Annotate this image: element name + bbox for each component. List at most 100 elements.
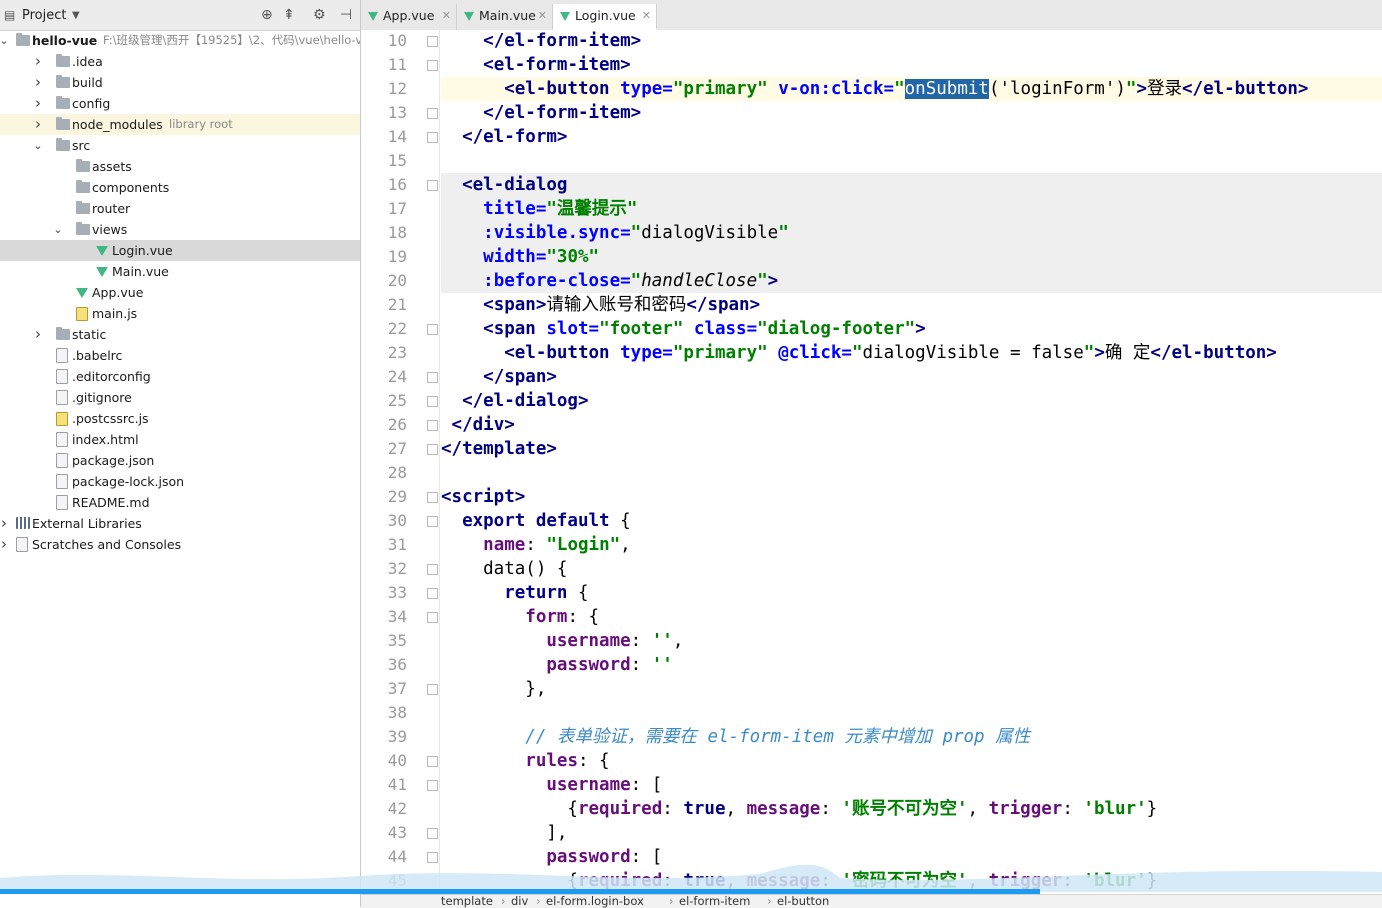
locate-icon[interactable]: ⊕	[261, 7, 273, 23]
tree-item[interactable]: Login.vue	[0, 240, 360, 261]
fold-marker-icon[interactable]	[427, 324, 438, 335]
tree-item[interactable]: package-lock.json	[0, 471, 360, 492]
close-icon[interactable]: ✕	[538, 4, 547, 28]
code-line[interactable]: username: [	[441, 773, 1382, 797]
fold-marker-icon[interactable]	[427, 756, 438, 767]
chevron-right-icon[interactable]: ›	[32, 114, 44, 135]
code-line[interactable]	[441, 149, 1382, 173]
code-line[interactable]	[441, 701, 1382, 725]
fold-marker-icon[interactable]	[427, 684, 438, 695]
close-icon[interactable]: ✕	[442, 4, 451, 28]
code-line[interactable]: <script>	[441, 485, 1382, 509]
hide-panel-icon[interactable]: ⊣	[340, 7, 352, 23]
breadcrumb-item[interactable]: div	[511, 895, 528, 908]
chevron-right-icon[interactable]: ›	[32, 324, 44, 345]
fold-marker-icon[interactable]	[427, 60, 438, 71]
tree-item[interactable]: README.md	[0, 492, 360, 513]
code-line[interactable]: rules: {	[441, 749, 1382, 773]
tree-item[interactable]: .editorconfig	[0, 366, 360, 387]
chevron-right-icon[interactable]: ›	[32, 93, 44, 114]
fold-marker-icon[interactable]	[427, 492, 438, 503]
tree-item[interactable]: .postcssrc.js	[0, 408, 360, 429]
close-icon[interactable]: ✕	[642, 4, 651, 28]
tree-item[interactable]: › .idea	[0, 51, 360, 72]
fold-marker-icon[interactable]	[427, 612, 438, 623]
tab-app-vue[interactable]: App.vue ✕	[361, 4, 457, 30]
tree-item[interactable]: › Scratches and Consoles	[0, 534, 360, 555]
code-line[interactable]: </div>	[441, 413, 1382, 437]
code-line[interactable]: password: ''	[441, 653, 1382, 677]
code-line[interactable]: </template>	[441, 437, 1382, 461]
chevron-down-icon[interactable]: ▼	[72, 10, 80, 21]
tree-item[interactable]: › config	[0, 93, 360, 114]
code-line[interactable]: </el-dialog>	[441, 389, 1382, 413]
code-line[interactable]: {required: true, message: '账号不可为空', trig…	[441, 797, 1382, 821]
tree-item[interactable]: package.json	[0, 450, 360, 471]
tree-item[interactable]: › node_modules library root	[0, 114, 360, 135]
code-line[interactable]: </el-form>	[441, 125, 1382, 149]
chevron-right-icon[interactable]: ›	[0, 534, 10, 555]
code-line[interactable]: username: '',	[441, 629, 1382, 653]
code-editor[interactable]: 10 11 12 13 14 15 16 17 18 19 20 21 22 23 24 25 26 27 28 29…	[361, 30, 1382, 894]
fold-marker-icon[interactable]	[427, 444, 438, 455]
tree-item[interactable]: assets	[0, 156, 360, 177]
tree-item[interactable]: .babelrc	[0, 345, 360, 366]
code-line[interactable]: <el-form-item>	[441, 53, 1382, 77]
collapse-all-icon[interactable]: ⇞	[283, 7, 295, 23]
fold-marker-icon[interactable]	[427, 36, 438, 47]
tree-item[interactable]: Main.vue	[0, 261, 360, 282]
code-line[interactable]: :visible.sync="dialogVisible"	[441, 221, 1382, 245]
chevron-down-icon[interactable]: ⌄	[52, 219, 64, 240]
fold-marker-icon[interactable]	[427, 108, 438, 119]
code-line[interactable]: },	[441, 677, 1382, 701]
code-line[interactable]: data() {	[441, 557, 1382, 581]
tree-item[interactable]: › External Libraries	[0, 513, 360, 534]
fold-marker-icon[interactable]	[427, 396, 438, 407]
tree-item[interactable]: › static	[0, 324, 360, 345]
tab-main-vue[interactable]: Main.vue ✕	[457, 4, 553, 30]
code-line[interactable]: :before-close="handleClose">	[441, 269, 1382, 293]
fold-marker-icon[interactable]	[427, 516, 438, 527]
code-line[interactable]: name: "Login",	[441, 533, 1382, 557]
fold-marker-icon[interactable]	[427, 132, 438, 143]
tab-login-vue[interactable]: Login.vue ✕	[553, 4, 657, 30]
fold-marker-icon[interactable]	[427, 372, 438, 383]
code-line[interactable]: <el-button type="primary" @click="dialog…	[441, 341, 1382, 365]
chevron-down-icon[interactable]: ⌄	[32, 135, 44, 156]
chevron-down-icon[interactable]: ⌄	[0, 30, 10, 51]
fold-marker-icon[interactable]	[427, 420, 438, 431]
tree-item[interactable]: .gitignore	[0, 387, 360, 408]
fold-marker-icon[interactable]	[427, 180, 438, 191]
code-line[interactable]	[441, 461, 1382, 485]
tree-item[interactable]: › build	[0, 72, 360, 93]
tree-item[interactable]: main.js	[0, 303, 360, 324]
project-panel-title[interactable]: Project	[22, 8, 66, 23]
code-line[interactable]: <span>请输入账号和密码</span>	[441, 293, 1382, 317]
code-line[interactable]: <el-button type="primary" v-on:click="on…	[441, 77, 1382, 101]
code-line[interactable]: export default {	[441, 509, 1382, 533]
code-line[interactable]: return {	[441, 581, 1382, 605]
tree-item[interactable]: ⌄ src	[0, 135, 360, 156]
breadcrumb-item[interactable]: el-form-item	[679, 895, 750, 908]
code-line[interactable]: </span>	[441, 365, 1382, 389]
code-line[interactable]: // 表单验证，需要在 el-form-item 元素中增加 prop 属性	[441, 725, 1382, 749]
chevron-right-icon[interactable]: ›	[0, 513, 10, 534]
tree-item[interactable]: ⌄ views	[0, 219, 360, 240]
code-line[interactable]: <span slot="footer" class="dialog-footer…	[441, 317, 1382, 341]
tree-item[interactable]: App.vue	[0, 282, 360, 303]
project-view-icon[interactable]: ▤	[4, 8, 15, 22]
fold-marker-icon[interactable]	[427, 780, 438, 791]
tree-item[interactable]: index.html	[0, 429, 360, 450]
chevron-right-icon[interactable]: ›	[32, 51, 44, 72]
tree-item[interactable]: router	[0, 198, 360, 219]
code-line[interactable]: title="温馨提示"	[441, 197, 1382, 221]
code-line[interactable]: </el-form-item>	[441, 101, 1382, 125]
code-line[interactable]: form: {	[441, 605, 1382, 629]
breadcrumb-item[interactable]: el-button	[777, 895, 829, 908]
breadcrumb-item[interactable]: el-form.login-box	[546, 895, 644, 908]
gear-icon[interactable]: ⚙	[313, 7, 326, 23]
tree-item[interactable]: components	[0, 177, 360, 198]
code-line[interactable]: ],	[441, 821, 1382, 845]
breadcrumb-item[interactable]: template	[441, 895, 493, 908]
fold-marker-icon[interactable]	[427, 828, 438, 839]
